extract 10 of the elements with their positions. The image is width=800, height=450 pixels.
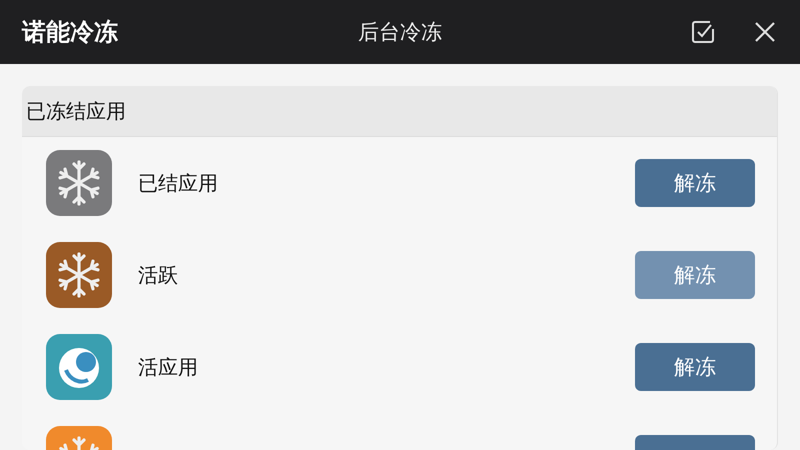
section-title: 已冻结应用 (26, 98, 126, 124)
unfreeze-button[interactable]: 解冻 (635, 159, 755, 207)
window-title: 后台冷冻 (358, 19, 442, 46)
unfreeze-button[interactable]: 解冻 (635, 343, 755, 391)
app-name: 诺能冷冻 (22, 17, 118, 48)
checkbox-icon[interactable] (690, 19, 716, 45)
app-name: 活跃 (138, 262, 178, 288)
close-icon[interactable] (754, 21, 776, 43)
app-name: 已结应用 (138, 170, 218, 196)
app-name: 活应用 (138, 354, 198, 380)
